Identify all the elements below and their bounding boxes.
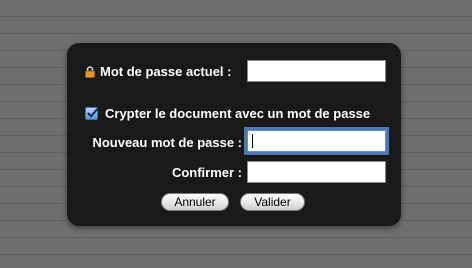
encrypt-checkbox[interactable] [85, 107, 98, 120]
confirm-label: Confirmer : [171, 165, 242, 180]
new-password-field[interactable] [247, 130, 386, 152]
cancel-button[interactable]: Annuler [161, 193, 229, 211]
text-caret [252, 134, 253, 148]
password-dialog: Mot de passe actuel : Crypter le documen… [67, 43, 401, 226]
checkmark-icon [87, 108, 98, 118]
current-password-label: Mot de passe actuel : [100, 64, 232, 79]
current-password-field[interactable] [247, 60, 386, 82]
encrypt-label[interactable]: Crypter le document avec un mot de passe [105, 106, 370, 122]
new-password-label: Nouveau mot de passe : [92, 135, 242, 150]
validate-button[interactable]: Valider [240, 193, 305, 211]
lock-icon [85, 66, 95, 78]
confirm-password-field[interactable] [247, 161, 386, 183]
